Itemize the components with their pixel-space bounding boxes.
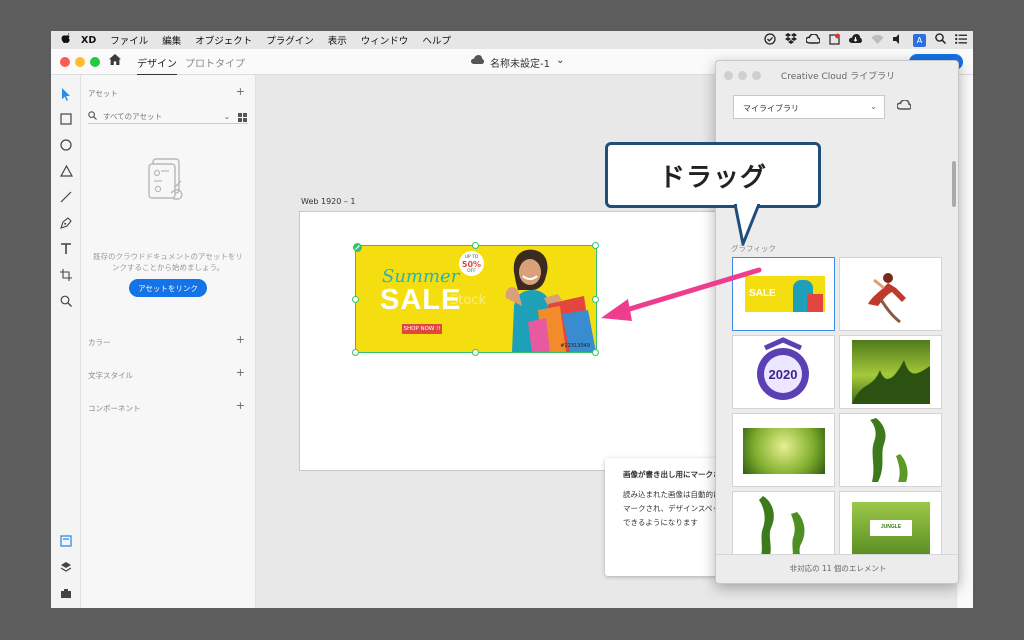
drag-callout: ドラッグ xyxy=(605,142,821,208)
screen: XD ファイル 編集 オブジェクト プラグイン 表示 ウィンドウ ヘルプ A デ… xyxy=(51,31,973,608)
drag-callout-text: ドラッグ xyxy=(658,162,767,193)
callout-pointer xyxy=(734,204,760,246)
drag-arrow xyxy=(601,267,762,321)
